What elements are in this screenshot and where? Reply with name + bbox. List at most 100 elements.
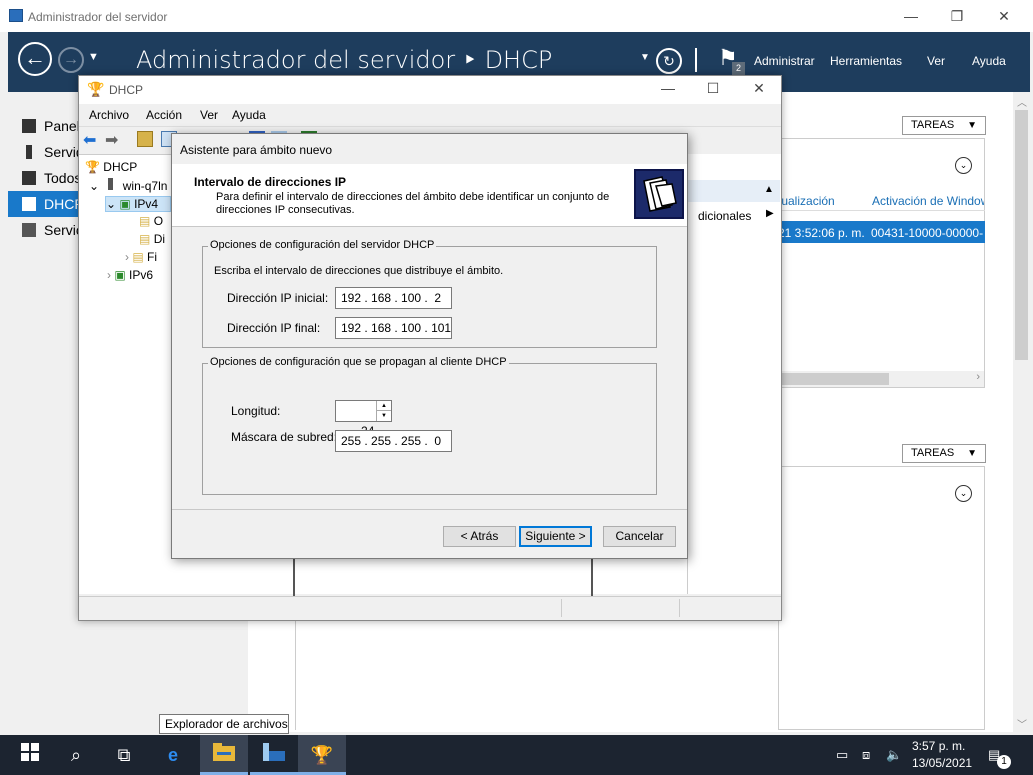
length-stepper[interactable]: 24 ▲ ▼ [335, 400, 392, 438]
minimize-button[interactable]: — [896, 6, 926, 28]
wizard-page-title: Intervalo de direcciones IP [194, 175, 347, 189]
tree-item-ipv4[interactable]: ⌄ ▣ IPv4 [105, 196, 171, 212]
menu-archivo[interactable]: Archivo [89, 108, 129, 122]
volume-muted-icon[interactable]: 🔈 [886, 747, 902, 763]
server-manager-app-icon [9, 9, 23, 22]
server-manager-taskbar-icon[interactable] [262, 743, 286, 767]
taskbar: ⌕ ⧉ e 🏆 ▭ ⧈ 🔈 3:57 p. m. 13/05/2021 ▤ 1 [0, 735, 1033, 775]
folder-icon: ▤ [139, 214, 151, 228]
minimize-button[interactable]: — [653, 78, 683, 100]
maximize-button[interactable]: ☐ [698, 78, 728, 100]
history-dropdown-icon[interactable]: ▼ [88, 51, 99, 63]
search-icon[interactable]: ⌕ [64, 743, 88, 767]
restore-button[interactable]: ❐ [942, 6, 972, 28]
expand-chevron-icon[interactable]: › [125, 250, 129, 264]
ipv4-icon: ▣ [119, 197, 131, 211]
close-button[interactable]: ✕ [989, 6, 1019, 28]
network-icon[interactable]: ▭ [836, 747, 848, 763]
scroll-down-icon[interactable]: ﹀ [1017, 716, 1027, 731]
list-columns [293, 558, 593, 598]
scrollbar-thumb[interactable] [779, 373, 889, 385]
task-view-icon[interactable]: ⧉ [112, 743, 136, 767]
range-hint: Escriba el intervalo de direcciones que … [214, 265, 504, 277]
menu-ayuda[interactable]: Ayuda [972, 54, 1006, 68]
taskbar-tooltip: Explorador de archivos [159, 714, 289, 734]
tree-item-scope-options[interactable]: ▤ O [139, 214, 163, 228]
stepper-down-icon[interactable]: ▼ [376, 411, 391, 421]
length-label: Longitud: [231, 404, 281, 418]
server-config-group: Opciones de configuración del servidor D… [202, 239, 657, 348]
internet-explorer-icon[interactable]: e [161, 743, 185, 767]
scroll-right-icon[interactable]: › [976, 371, 980, 383]
file-explorer-icon[interactable] [212, 743, 236, 767]
filter-icon: ▤ [132, 250, 144, 264]
start-ip-label: Dirección IP inicial: [227, 291, 329, 305]
actions-item[interactable]: dicionales ▶ [688, 206, 780, 226]
tasks-label: TAREAS [911, 119, 955, 131]
expand-chevron-icon[interactable]: ⌄ [106, 197, 116, 211]
breadcrumb-dropdown-icon[interactable]: ▼ [640, 52, 650, 63]
expand-chevron-icon[interactable]: ⌄ [89, 179, 99, 193]
tree-item-dhcp[interactable]: 🏆 DHCP [85, 160, 137, 174]
close-button[interactable]: ✕ [744, 78, 774, 100]
scroll-up-icon[interactable]: ︿ [1017, 94, 1027, 109]
table-row[interactable]: 21 3:52:06 p. m. 00431-10000-00000-A [778, 221, 985, 243]
vertical-scrollbar[interactable]: ︿ ﹀ [1013, 92, 1030, 732]
column-header-activation[interactable]: Activación de Window [872, 194, 984, 208]
clock-time[interactable]: 3:57 p. m. [912, 739, 965, 753]
menu-ayuda[interactable]: Ayuda [232, 108, 266, 122]
tree-item-server[interactable]: ⌄ win-q7ln [89, 178, 167, 193]
dhcp-taskbar-icon[interactable]: 🏆 [310, 743, 334, 767]
notification-count-badge: 1 [997, 755, 1011, 769]
client-config-group: Opciones de configuración que se propaga… [202, 356, 657, 495]
horizontal-scrollbar[interactable]: › [779, 371, 984, 387]
forward-arrow-icon[interactable]: ➡ [105, 130, 118, 150]
stepper-up-icon[interactable]: ▲ [376, 401, 391, 411]
windows-start-icon[interactable] [18, 743, 42, 767]
up-folder-icon[interactable] [137, 131, 153, 147]
tree-item-addresses[interactable]: ▤ Di [139, 232, 165, 246]
next-button[interactable]: Siguiente > [519, 526, 592, 547]
scrollbar-thumb[interactable] [1015, 110, 1028, 360]
expand-chevron-icon[interactable]: › [107, 268, 111, 282]
tree-item-label: Di [153, 232, 166, 246]
subnet-mask-label: Máscara de subred: [231, 430, 338, 444]
tasks-dropdown-2[interactable]: TAREAS ▼ [902, 444, 986, 463]
forward-arrow-icon[interactable]: → [58, 47, 84, 73]
clock-date[interactable]: 13/05/2021 [912, 756, 972, 770]
expand-chevron-icon[interactable]: ⌄ [955, 157, 972, 174]
servers-panel: ⌄ tualización Activación de Window 21 3:… [778, 138, 985, 388]
tasks-dropdown[interactable]: TAREAS ▼ [902, 116, 986, 135]
back-arrow-icon[interactable]: ← [18, 42, 52, 76]
refresh-icon[interactable]: ↻ [656, 48, 682, 74]
back-button[interactable]: < Atrás [443, 526, 516, 547]
menu-ver[interactable]: Ver [200, 108, 218, 122]
menu-herramientas[interactable]: Herramientas [830, 54, 902, 68]
menu-accion[interactable]: Acción [146, 108, 182, 122]
submenu-arrow-icon: ▶ [766, 208, 774, 219]
chevron-down-icon: ▼ [967, 448, 977, 459]
column-header-update[interactable]: tualización [778, 194, 835, 208]
server-config-group-label: Opciones de configuración del servidor D… [208, 239, 437, 251]
dhcp-window-title: DHCP [109, 83, 144, 97]
tree-item-label: IPv4 [134, 197, 159, 211]
collapse-icon[interactable]: ▲ [764, 184, 774, 195]
action-center-tray-icon[interactable]: ⧈ [862, 747, 870, 763]
server-icon [108, 178, 114, 190]
cancel-button[interactable]: Cancelar [603, 526, 676, 547]
dashboard-icon [22, 119, 36, 133]
end-ip-label: Dirección IP final: [227, 321, 321, 335]
expand-chevron-icon[interactable]: ⌄ [955, 485, 972, 502]
menu-ver[interactable]: Ver [927, 54, 945, 68]
tree-item-ipv6[interactable]: › ▣ IPv6 [107, 268, 153, 282]
documents-icon [634, 169, 684, 219]
subnet-mask-input[interactable]: 255 . 255 . 255 . 0 [335, 430, 452, 452]
start-ip-input[interactable]: 192 . 168 . 100 . 2 [335, 287, 452, 309]
back-arrow-icon[interactable]: ⬅ [83, 130, 96, 150]
tree-item-filters[interactable]: › ▤ Fi [125, 250, 157, 264]
chevron-down-icon: ▼ [967, 120, 977, 131]
menu-administrar[interactable]: Administrar [754, 54, 815, 68]
status-divider [561, 599, 562, 617]
end-ip-input[interactable]: 192 . 168 . 100 . 101 [335, 317, 452, 339]
status-divider [679, 599, 680, 617]
